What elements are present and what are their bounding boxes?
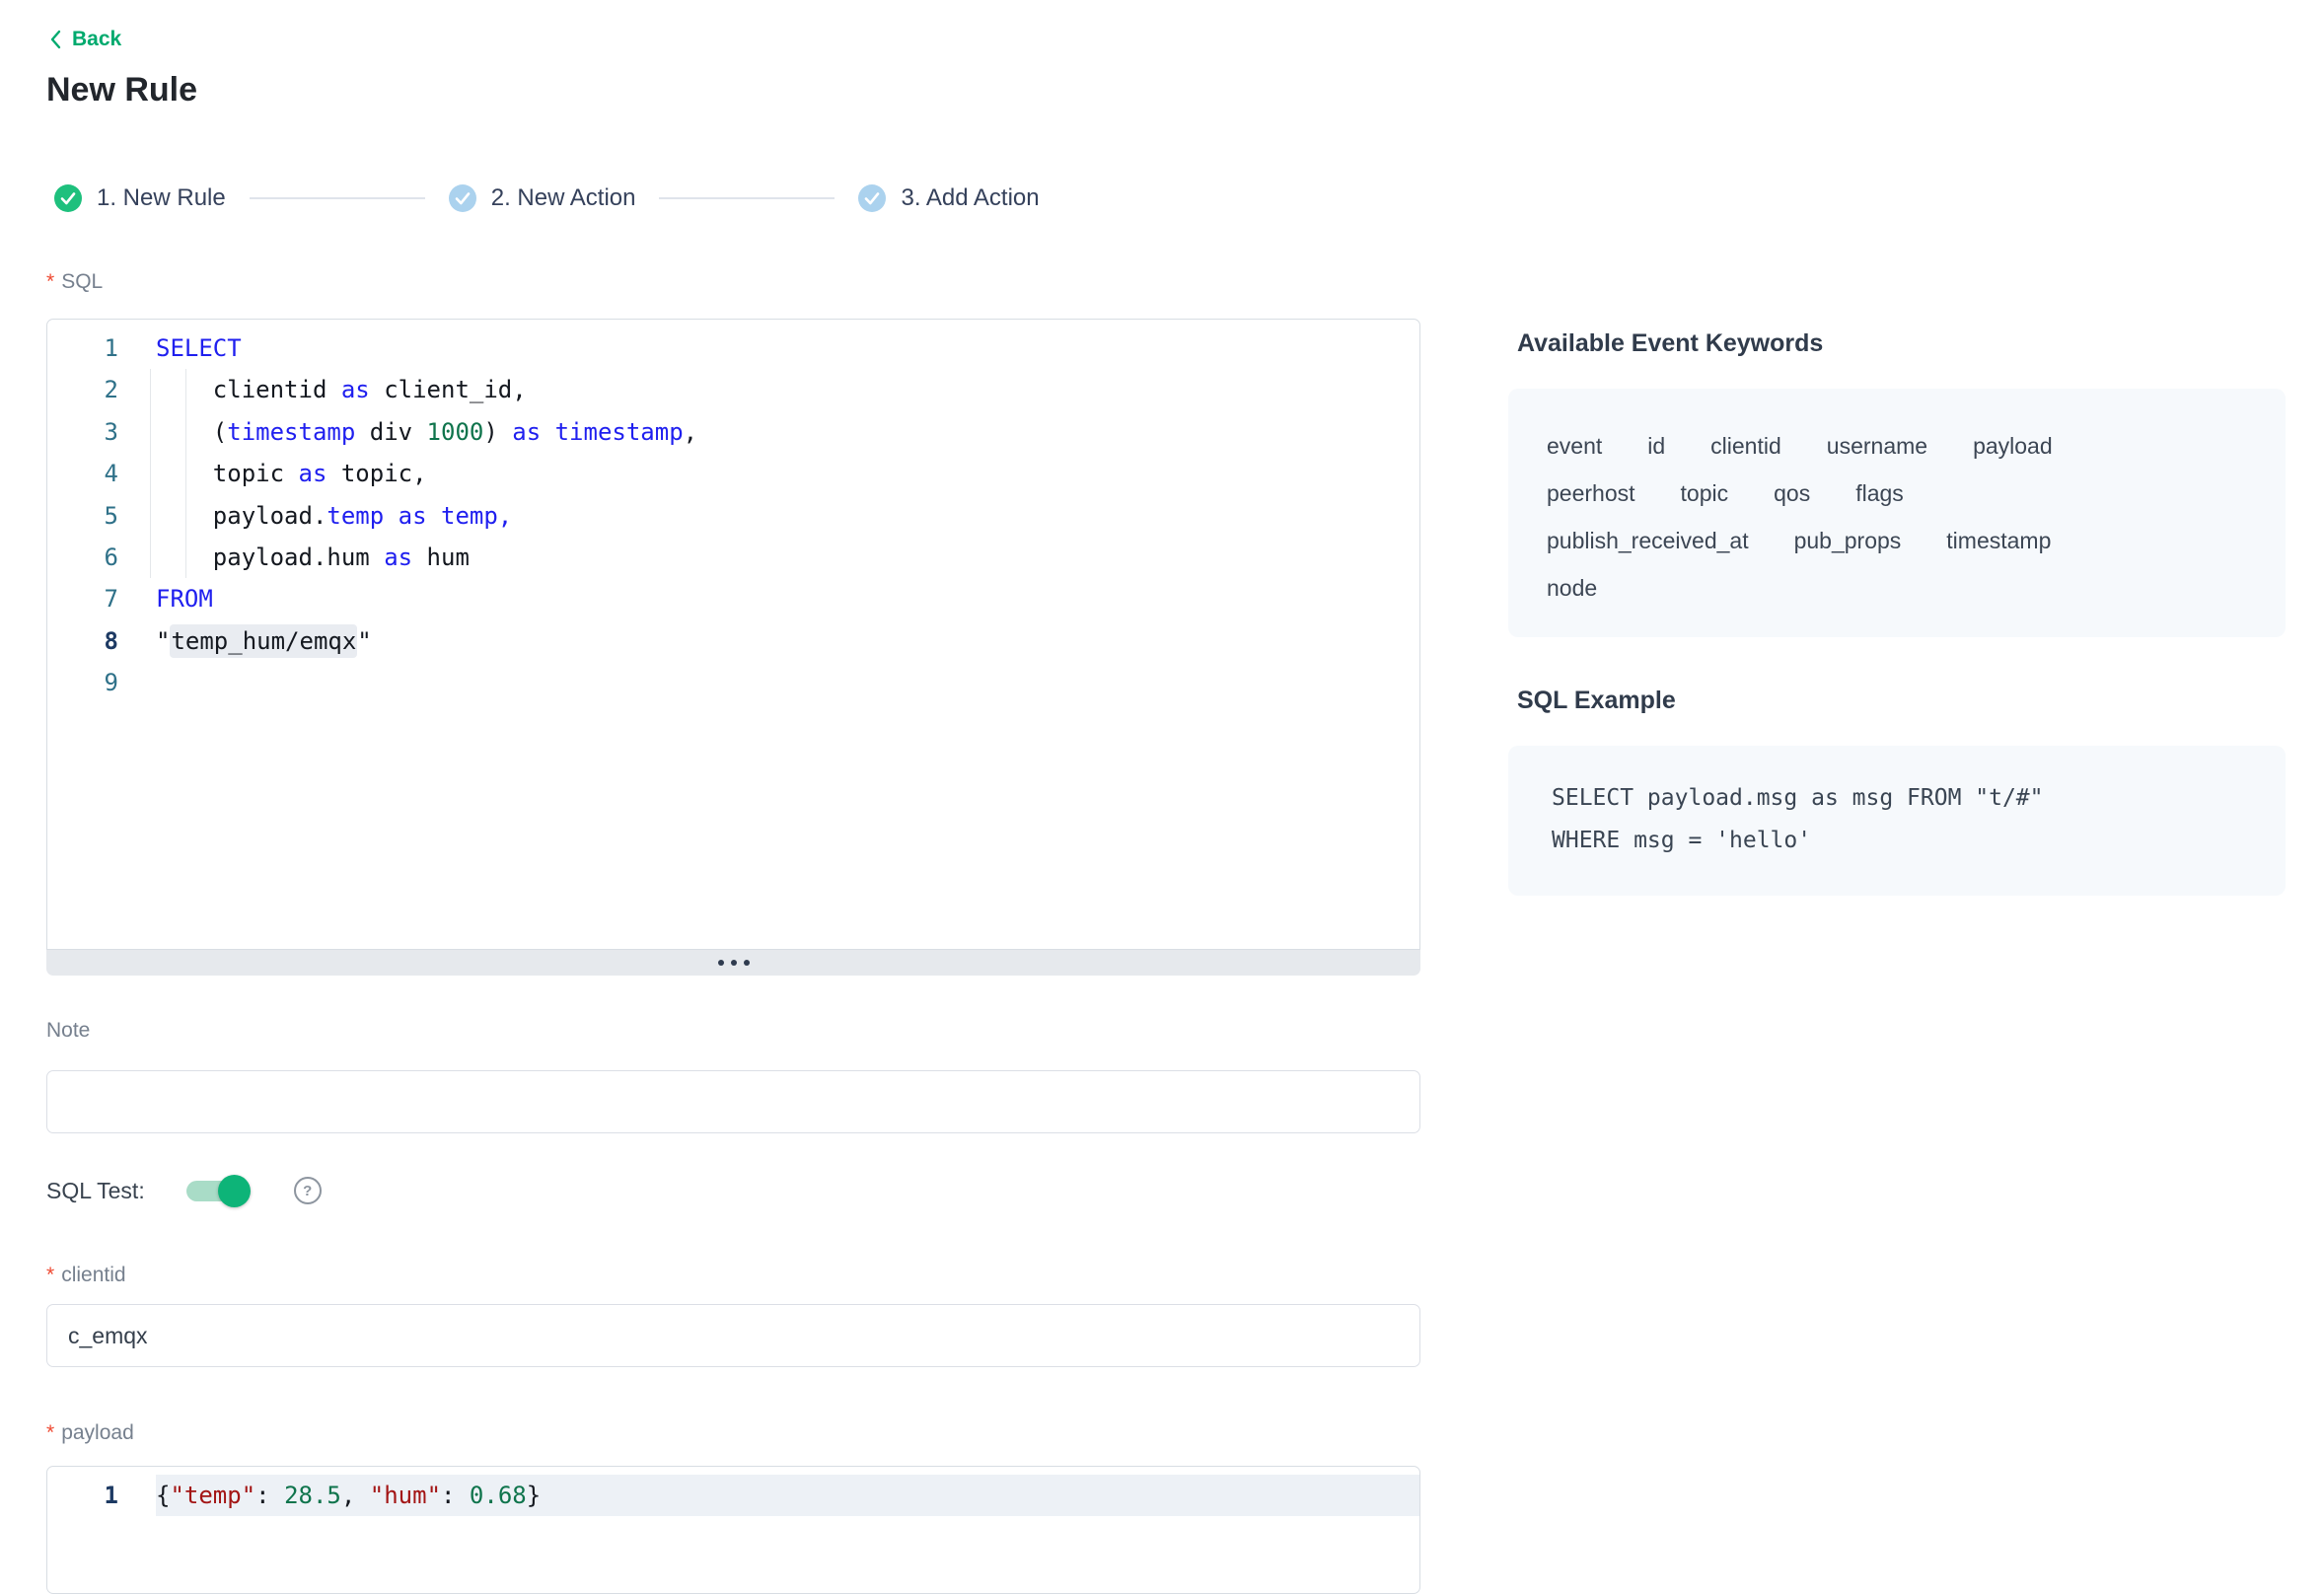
code-line-content: FROM <box>156 578 1419 619</box>
event-keyword: peerhost <box>1547 470 1635 517</box>
code-line-content: topic as topic, <box>156 453 1419 494</box>
stepper-step-2[interactable]: 2. New Action <box>449 184 636 212</box>
event-keyword: pub_props <box>1794 517 1902 564</box>
stepper-step-1[interactable]: 1. New Rule <box>54 184 226 212</box>
stepper: 1. New Rule 2. New Action 3. Add Action <box>54 183 1040 213</box>
code-line: 7FROM <box>47 578 1419 619</box>
check-circle-icon <box>54 184 82 212</box>
clientid-input[interactable] <box>46 1304 1420 1367</box>
line-number: 6 <box>47 537 156 578</box>
line-number: 9 <box>47 662 156 703</box>
code-line: 5 payload.temp as temp, <box>47 495 1419 537</box>
keywords-panel-title: Available Event Keywords <box>1517 329 1823 358</box>
code-line: 1{"temp": 28.5, "hum": 0.68} <box>47 1475 1419 1516</box>
sql-example-title: SQL Example <box>1517 687 1676 715</box>
clientid-field-label: *clientid <box>46 1264 126 1287</box>
code-line-content: (timestamp div 1000) as timestamp, <box>156 411 1419 453</box>
line-number: 3 <box>47 411 156 453</box>
event-keyword: event <box>1547 422 1602 470</box>
step-label: 2. New Action <box>491 184 636 212</box>
keywords-card: eventid clientid username payload peerhost to… <box>1508 389 2286 637</box>
line-number: 4 <box>47 453 156 494</box>
sql-test-toggle[interactable] <box>186 1181 249 1201</box>
event-keyword: clientid <box>1710 422 1781 470</box>
sql-example-card: SELECT payload.msg as msg FROM "t/#"WHER… <box>1508 746 2286 896</box>
step-label: 3. Add Action <box>901 184 1039 212</box>
sql-field-label: *SQL <box>46 270 103 294</box>
keyword-row: node <box>1547 564 2247 612</box>
code-line-content: clientid as client_id, <box>156 369 1419 410</box>
code-line: 2 clientid as client_id, <box>47 369 1419 410</box>
step-connector <box>250 197 425 199</box>
sql-example-line: SELECT payload.msg as msg FROM "t/#" <box>1552 777 2242 820</box>
ellipsis-icon <box>744 960 750 966</box>
help-icon[interactable]: ? <box>294 1177 322 1204</box>
payload-field-label: *payload <box>46 1421 134 1445</box>
event-keyword: node <box>1547 564 1597 612</box>
toggle-knob-icon <box>218 1175 251 1207</box>
code-line-content: {"temp": 28.5, "hum": 0.68} <box>156 1475 1419 1516</box>
chevron-left-icon <box>48 29 63 50</box>
line-number: 7 <box>47 578 156 619</box>
event-keyword: id <box>1647 422 1665 470</box>
line-number: 5 <box>47 495 156 537</box>
line-number: 1 <box>47 327 156 369</box>
code-line-content: "temp_hum/emqx" <box>156 620 1419 662</box>
step-label: 1. New Rule <box>97 184 226 212</box>
event-keyword: payload <box>1973 422 2053 470</box>
event-keyword: flags <box>1855 470 1904 517</box>
code-line-content: payload.temp as temp, <box>156 495 1419 537</box>
line-number: 8 <box>47 620 156 662</box>
code-line: 6 payload.hum as hum <box>47 537 1419 578</box>
ellipsis-icon <box>731 960 737 966</box>
event-keyword: publish_received_at <box>1547 517 1749 564</box>
required-marker: * <box>46 1264 54 1286</box>
event-keyword: topic <box>1681 470 1729 517</box>
code-line-content: payload.hum as hum <box>156 537 1419 578</box>
check-circle-icon <box>449 184 476 212</box>
code-line: 4 topic as topic, <box>47 453 1419 494</box>
required-marker: * <box>46 270 54 293</box>
keyword-row: peerhost topic qos flags <box>1547 470 2247 517</box>
stepper-step-3[interactable]: 3. Add Action <box>858 184 1039 212</box>
step-connector <box>659 197 835 199</box>
check-circle-icon <box>858 184 886 212</box>
sql-example-line: WHERE msg = 'hello' <box>1552 820 2242 862</box>
code-line: 3 (timestamp div 1000) as timestamp, <box>47 411 1419 453</box>
payload-code-editor[interactable]: 1{"temp": 28.5, "hum": 0.68} <box>46 1466 1420 1594</box>
sql-test-label: SQL Test: <box>46 1178 145 1204</box>
code-line-content: SELECT <box>156 327 1419 369</box>
back-button[interactable]: Back <box>48 28 121 51</box>
code-line: 1SELECT <box>47 327 1419 369</box>
line-number: 2 <box>47 369 156 410</box>
event-keyword: timestamp <box>1946 517 2051 564</box>
note-field-label: Note <box>46 1019 90 1043</box>
keyword-row: eventid clientid username payload <box>1547 422 2247 470</box>
required-marker: * <box>46 1421 54 1444</box>
code-line-content <box>156 662 1419 703</box>
page-title: New Rule <box>46 71 197 109</box>
editor-resize-handle[interactable] <box>46 950 1420 976</box>
code-line: 8"temp_hum/emqx" <box>47 620 1419 662</box>
code-line: 9 <box>47 662 1419 703</box>
line-number: 1 <box>47 1475 156 1516</box>
back-label: Back <box>72 28 121 51</box>
sql-code-editor[interactable]: 1SELECT2 clientid as client_id,3 (timest… <box>46 319 1420 950</box>
event-keyword: username <box>1827 422 1927 470</box>
note-input[interactable] <box>46 1070 1420 1133</box>
keyword-row: publish_received_at pub_props timestamp <box>1547 517 2247 564</box>
event-keyword: qos <box>1774 470 1810 517</box>
ellipsis-icon <box>718 960 724 966</box>
